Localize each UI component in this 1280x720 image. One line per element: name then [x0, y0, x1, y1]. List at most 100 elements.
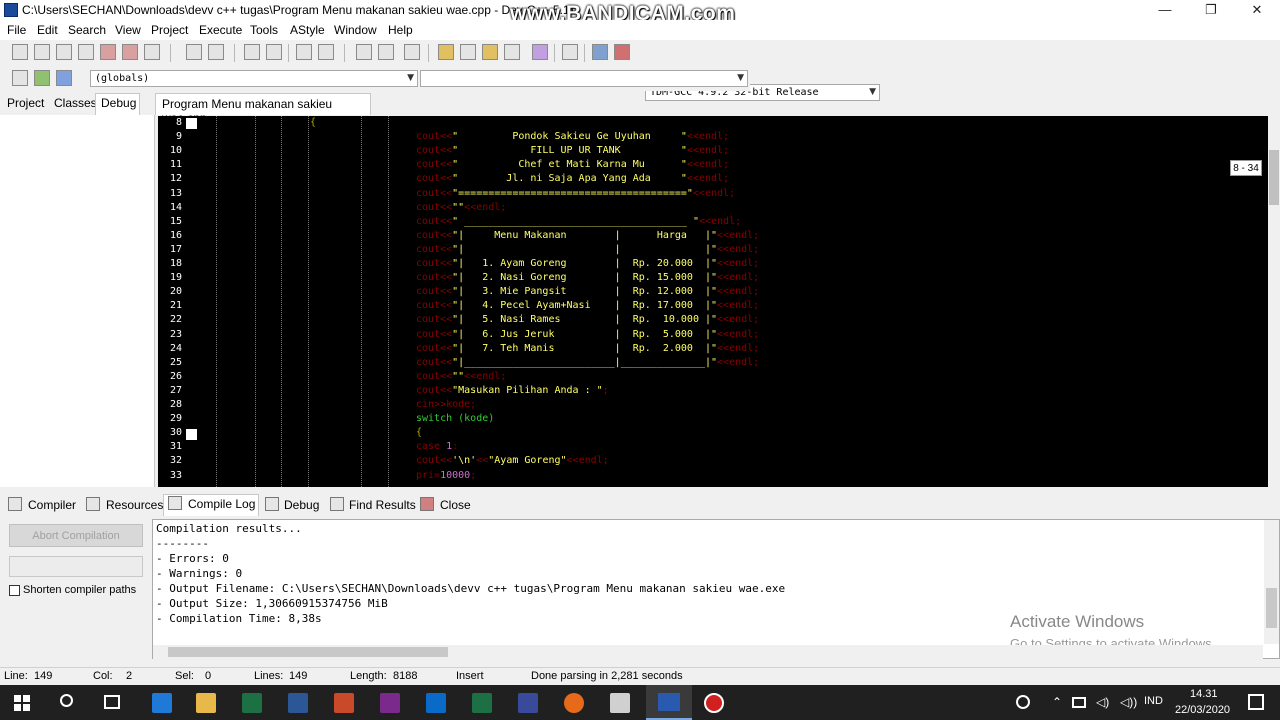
- goto-header-icon[interactable]: [56, 70, 72, 86]
- line-number: 8: [175, 117, 182, 128]
- menu-project[interactable]: Project: [151, 23, 188, 37]
- bookmark-marker[interactable]: [186, 118, 197, 129]
- task-view-icon[interactable]: [104, 695, 120, 709]
- toggle-bookmark-icon[interactable]: [404, 44, 420, 60]
- editor-scroll-thumb[interactable]: [1269, 150, 1279, 205]
- indent-icon[interactable]: [296, 44, 312, 60]
- network-icon[interactable]: [1072, 697, 1086, 708]
- save-icon[interactable]: [56, 44, 72, 60]
- code-editor[interactable]: 8 9 10 11 12 13 14 15 16 17 18 19 20 21 22 23 24 25 26 27 28…: [158, 116, 1268, 487]
- shorten-paths-checkbox[interactable]: [9, 585, 20, 596]
- line-number: 29: [169, 413, 182, 425]
- outlook-icon[interactable]: [426, 693, 446, 713]
- minimize-button[interactable]: —: [1142, 0, 1188, 20]
- tab-find-results[interactable]: Find Results: [349, 498, 416, 512]
- redo-icon[interactable]: [208, 44, 224, 60]
- menu-bar: File Edit Search View Project Execute To…: [0, 20, 1280, 40]
- code-line: cout<<" Jl. ni Saja Apa Yang Ada "<<endl…: [416, 173, 730, 185]
- new-file-icon[interactable]: [12, 44, 28, 60]
- status-bar: Line: 149 Col: 2 Sel: 0 Lines: 149 Lengt…: [0, 667, 1280, 685]
- compile-icon[interactable]: [438, 44, 454, 60]
- delete-profile-icon[interactable]: [614, 44, 630, 60]
- notifications-icon[interactable]: [1248, 694, 1264, 710]
- find-icon[interactable]: [244, 44, 260, 60]
- log-vertical-scroll-thumb[interactable]: [1266, 588, 1277, 628]
- bookmark-marker[interactable]: [186, 429, 197, 440]
- log-line: - Errors: 0: [156, 552, 229, 565]
- menu-file[interactable]: File: [7, 23, 26, 37]
- profile-analysis-icon[interactable]: [592, 44, 608, 60]
- editor-tab[interactable]: Program Menu makanan sakieu wae.cpp: [155, 93, 371, 125]
- menu-edit[interactable]: Edit: [37, 23, 58, 37]
- chevron-up-icon[interactable]: ⌃: [1052, 695, 1062, 709]
- tab-classes[interactable]: Classes: [54, 96, 97, 110]
- symbol-select[interactable]: ▼: [420, 70, 748, 87]
- windows-start-icon[interactable]: [14, 695, 30, 711]
- clock-time[interactable]: 14.31: [1190, 688, 1218, 700]
- code-line: cout<<'\n'<<"Ayam Goreng"<<endl;: [416, 455, 609, 467]
- code-line: cout<<" Pondok Sakieu Ge Uyuhan "<<endl;: [416, 131, 730, 143]
- goto-next-icon[interactable]: [378, 44, 394, 60]
- close-file-icon[interactable]: [100, 44, 116, 60]
- undo-icon[interactable]: [186, 44, 202, 60]
- search-icon[interactable]: [60, 694, 73, 707]
- scope-select[interactable]: (globals) ▼: [90, 70, 418, 87]
- compile-run-icon[interactable]: [482, 44, 498, 60]
- onenote-icon[interactable]: [380, 693, 400, 713]
- app-window-icon[interactable]: [610, 693, 630, 713]
- bandicam-record-icon[interactable]: [704, 693, 724, 713]
- tab-debug-active[interactable]: Debug: [95, 93, 140, 115]
- people-icon[interactable]: [1016, 695, 1030, 709]
- excel-icon[interactable]: [242, 693, 262, 713]
- volume-icon[interactable]: ◁): [1096, 695, 1109, 709]
- menu-help[interactable]: Help: [388, 23, 413, 37]
- tab-compile-log[interactable]: Compile Log: [188, 497, 255, 511]
- code-line: cout<<" ________________________________…: [416, 215, 742, 227]
- word-icon[interactable]: [288, 693, 308, 713]
- line-number: 13: [169, 187, 182, 199]
- replace-icon[interactable]: [266, 44, 282, 60]
- menu-tools[interactable]: Tools: [250, 23, 278, 37]
- line-number: 11: [169, 159, 182, 171]
- menu-view[interactable]: View: [115, 23, 141, 37]
- clock-date[interactable]: 22/03/2020: [1175, 704, 1230, 716]
- menu-astyle[interactable]: AStyle: [290, 23, 325, 37]
- firefox-icon[interactable]: [564, 693, 584, 713]
- devcpp-taskbar-item[interactable]: [646, 685, 692, 720]
- close-window-button[interactable]: ✕: [1234, 0, 1280, 20]
- tab-compiler[interactable]: Compiler: [28, 498, 76, 512]
- unindent-icon[interactable]: [318, 44, 334, 60]
- input-language[interactable]: IND: [1144, 695, 1163, 707]
- rebuild-all-icon[interactable]: [504, 44, 520, 60]
- visio-icon[interactable]: [518, 693, 538, 713]
- line-number: 19: [169, 272, 182, 284]
- line-number: 30: [169, 427, 182, 439]
- abort-compilation-button[interactable]: Abort Compilation: [9, 524, 143, 547]
- tab-close[interactable]: Close: [440, 498, 471, 512]
- log-line: - Output Size: 1,30660915374756 MiB: [156, 597, 388, 610]
- edge-icon[interactable]: [152, 693, 172, 713]
- open-file-icon[interactable]: [34, 44, 50, 60]
- stop-execution-icon[interactable]: [562, 44, 578, 60]
- log-horizontal-scroll-thumb[interactable]: [168, 647, 448, 657]
- powerpoint-icon[interactable]: [334, 693, 354, 713]
- insert-icon[interactable]: [12, 70, 28, 86]
- publisher-icon[interactable]: [472, 693, 492, 713]
- menu-window[interactable]: Window: [334, 23, 377, 37]
- syntax-check-icon[interactable]: [532, 44, 548, 60]
- print-icon[interactable]: [144, 44, 160, 60]
- file-explorer-icon[interactable]: [196, 693, 216, 713]
- speaker-icon[interactable]: ◁)): [1120, 695, 1137, 709]
- toggle-comment-icon[interactable]: [34, 70, 50, 86]
- tab-debug-bottom[interactable]: Debug: [284, 498, 319, 512]
- maximize-button[interactable]: ❐: [1188, 0, 1234, 20]
- menu-execute[interactable]: Execute: [199, 23, 242, 37]
- status-sel-value: 0: [205, 670, 212, 682]
- close-all-icon[interactable]: [122, 44, 138, 60]
- tab-project[interactable]: Project: [7, 96, 44, 110]
- menu-search[interactable]: Search: [68, 23, 106, 37]
- run-icon[interactable]: [460, 44, 476, 60]
- goto-prev-icon[interactable]: [356, 44, 372, 60]
- tab-resources[interactable]: Resources: [106, 498, 163, 512]
- save-all-icon[interactable]: [78, 44, 94, 60]
